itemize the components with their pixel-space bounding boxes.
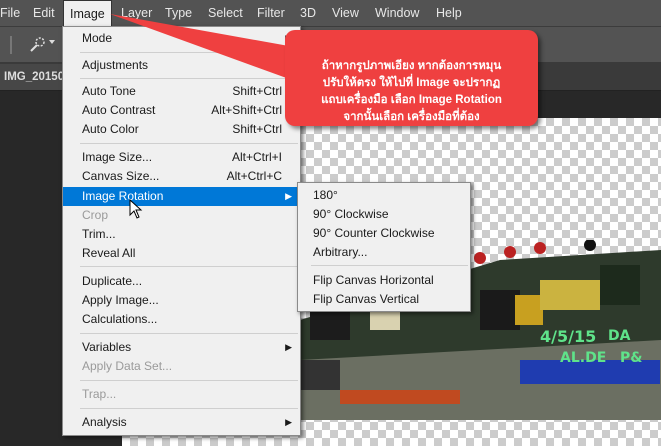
submenu-arrow-icon: ▶ [285,191,292,201]
menu-filter[interactable]: Filter [257,0,285,26]
callout-line: แถบเครื่องมือ เลือก Image Rotation [321,94,502,106]
menu-select[interactable]: Select [208,0,243,26]
menu-item-label: Mode [82,31,113,45]
menu-item-trap[interactable]: Trap... [63,385,300,404]
svg-text:P&: P& [620,350,642,366]
menu-item-image-rotation[interactable]: Image Rotation ▶ [63,187,300,206]
menu-item-label: Auto Contrast [82,103,156,117]
menu-item-apply-image[interactable]: Apply Image... [63,291,300,310]
document-tab[interactable]: IMG_201502 [0,64,66,90]
menu-image[interactable]: Image [63,0,112,27]
menu-item-mode[interactable]: Mode▶ [63,29,300,48]
menu-separator [80,408,298,409]
submenu-item-label: Flip Canvas Horizontal [313,273,434,287]
menu-separator [80,143,298,144]
menu-separator [311,265,468,266]
menu-layer[interactable]: Layer [121,0,152,26]
menu-item-label: Reveal All [82,246,136,260]
menu-item-shortcut: Shift+Ctrl [232,84,282,98]
menu-type[interactable]: Type [165,0,192,26]
submenu-item-label: 90° Clockwise [313,207,389,221]
callout-line: ถ้าหากรูปภาพเอียง หากต้องการหมุน [321,60,502,72]
menu-item-calculations[interactable]: Calculations... [63,310,300,329]
menu-help[interactable]: Help [436,0,462,26]
menu-item-auto-tone[interactable]: Auto Tone Shift+Ctrl [63,82,300,101]
annotation-callout: ถ้าหากรูปภาพเอียง หากต้องการหมุน ปรับให้… [285,30,538,126]
menu-separator [80,266,298,267]
submenu-item-label: Flip Canvas Vertical [313,292,420,306]
menu-item-label: Auto Tone [82,84,136,98]
menu-item-label: Trap... [82,387,117,401]
menu-item-auto-contrast[interactable]: Auto Contrast Alt+Shift+Ctrl [63,101,300,120]
menu-item-shortcut: Alt+Ctrl+I [231,150,282,164]
menu-item-label: Canvas Size... [82,169,160,183]
menu-separator [80,333,298,334]
submenu-item-flip-horizontal[interactable]: Flip Canvas Horizontal [298,271,470,290]
menu-separator [80,52,298,53]
menu-separator [80,380,298,381]
submenu-item-arbitrary[interactable]: Arbitrary... [298,243,470,262]
menu-item-label: Adjustments [82,58,149,72]
menu-item-variables[interactable]: Variables ▶ [63,338,300,357]
menu-window[interactable]: Window [375,0,419,26]
submenu-arrow-icon: ▶ [285,417,292,427]
menu-item-label: Calculations... [82,312,158,326]
menu-item-crop[interactable]: Crop [63,206,300,225]
menu-item-label: Analysis [82,415,127,429]
svg-text:DA: DA [608,328,631,344]
quick-selection-brush-icon[interactable] [28,36,46,54]
callout-text: ถ้าหากรูปภาพเอียง หากต้องการหมุน ปรับให้… [295,58,528,126]
menu-separator [80,78,298,79]
image-menu-dropdown: Mode▶ Adjustments▶ Auto ToneShift+Ctrl A… [62,26,301,436]
options-bar-grip[interactable] [10,36,12,54]
menu-item-duplicate[interactable]: Duplicate... [63,272,300,291]
submenu-item-label: 90° Counter Clockwise [313,226,435,240]
menu-item-reveal-all[interactable]: Reveal All [63,244,300,263]
menu-item-label: Apply Image... [82,293,159,307]
menu-item-analysis[interactable]: Analysis ▶ [63,413,300,432]
tool-preset-chevron-icon[interactable] [48,38,58,49]
svg-text:AL.DE: AL.DE [560,350,606,366]
menu-3d[interactable]: 3D [300,0,316,26]
svg-text:4/5/15: 4/5/15 [540,327,596,346]
submenu-item-label: Arbitrary... [313,245,368,259]
image-rotation-submenu: 180° 90° Clockwise 90° Counter Clockwise… [297,182,471,312]
menu-item-label: Apply Data Set... [82,359,173,373]
menu-item-label: Image Rotation [82,189,164,203]
submenu-arrow-icon: ▶ [285,342,292,352]
menu-bar: File Edit Image Layer Type Select Filter… [0,0,661,27]
menu-item-label: Trim... [82,227,116,241]
menu-view[interactable]: View [332,0,359,26]
menu-item-apply-data-set[interactable]: Apply Data Set... [63,357,300,376]
submenu-item-flip-vertical[interactable]: Flip Canvas Vertical [298,290,470,309]
menu-file[interactable]: File [0,0,20,26]
submenu-item-90-clockwise[interactable]: 90° Clockwise [298,205,470,224]
menu-item-label: Crop [82,208,109,222]
menu-item-label: Duplicate... [82,274,143,288]
menu-item-auto-color[interactable]: Auto Color Shift+Ctrl [63,120,300,139]
menu-item-image-size[interactable]: Image Size... Alt+Ctrl+I [63,148,300,167]
menu-item-shortcut: Alt+Shift+Ctrl [211,103,282,117]
menu-item-adjustments[interactable]: Adjustments▶ [63,56,300,75]
menu-item-shortcut: Alt+Ctrl+C [226,169,282,183]
mouse-pointer-icon [129,199,143,219]
submenu-item-180[interactable]: 180° [298,186,470,205]
menu-item-label: Auto Color [82,122,139,136]
menu-item-canvas-size[interactable]: Canvas Size... Alt+Ctrl+C [63,167,300,186]
menu-item-label: Image Size... [82,150,153,164]
menu-item-label: Variables [82,340,132,354]
menu-item-shortcut: Shift+Ctrl [232,122,282,136]
callout-line: ปรับให้ตรง ให้ไปที่ Image จะปรากฏ [322,77,501,89]
menu-item-trim[interactable]: Trim... [63,225,300,244]
menu-edit[interactable]: Edit [33,0,55,26]
callout-line: จากนั้นเลือก เครื่องมือที่ต้อง [343,111,480,123]
submenu-item-label: 180° [313,188,338,202]
submenu-item-90-counter-clockwise[interactable]: 90° Counter Clockwise [298,224,470,243]
